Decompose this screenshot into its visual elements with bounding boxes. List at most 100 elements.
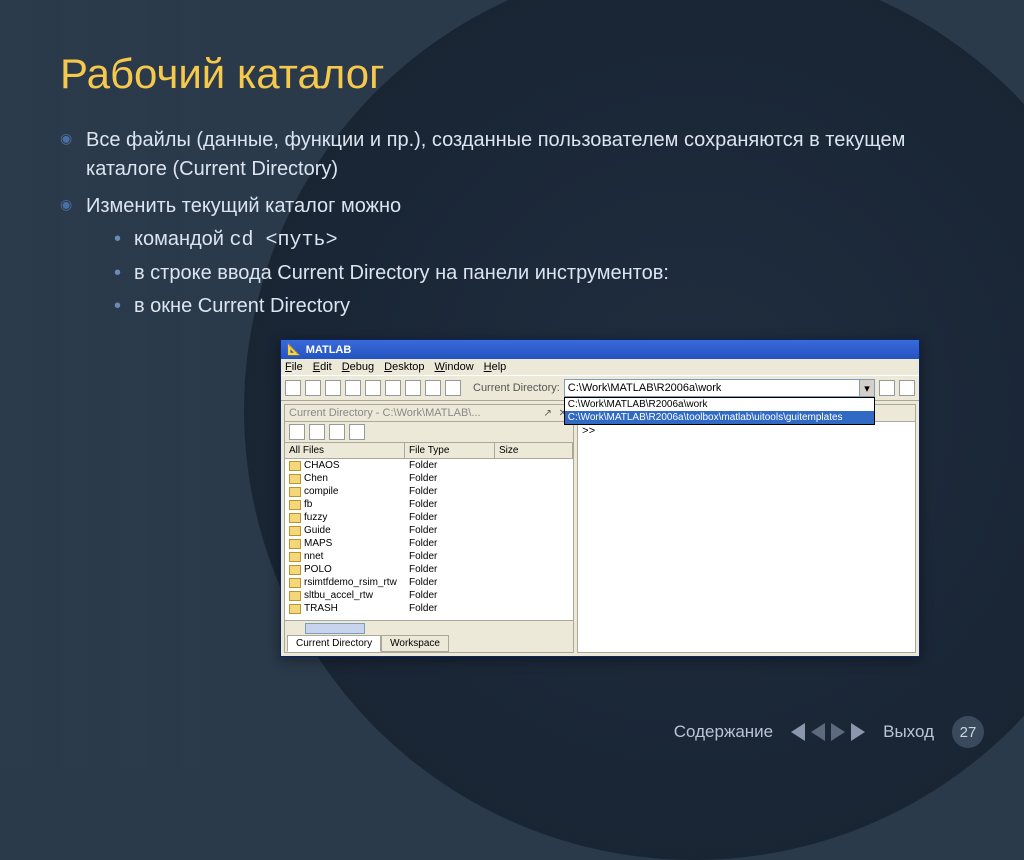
panel-new-icon[interactable] [309, 424, 325, 440]
file-size [495, 485, 573, 498]
current-directory-panel: Current Directory - C:\Work\MATLAB\... ↗… [284, 404, 574, 653]
file-name: fb [304, 499, 312, 510]
paste-icon[interactable] [365, 380, 381, 396]
matlab-title-text: MATLAB [306, 344, 352, 356]
undo-icon[interactable] [385, 380, 401, 396]
menu-window[interactable]: Window [435, 361, 474, 373]
chevron-down-icon[interactable]: ▾ [859, 380, 874, 396]
file-type: Folder [405, 472, 495, 485]
file-name: fuzzy [304, 512, 327, 523]
matlab-window: 📐 MATLAB File Edit Debug Desktop Window … [280, 339, 920, 657]
file-size [495, 472, 573, 485]
sub-bullet-3: в окне Current Directory [86, 292, 964, 321]
command-prompt[interactable]: >> [578, 422, 915, 652]
file-type: Folder [405, 485, 495, 498]
folder-icon [289, 461, 301, 471]
matlab-icon: 📐 [287, 343, 301, 356]
file-type: Folder [405, 563, 495, 576]
slide-title: Рабочий каталог [60, 50, 964, 98]
dropdown-item-2[interactable]: C:\Work\MATLAB\R2006a\toolbox\matlab\uit… [565, 411, 874, 424]
file-name: MAPS [304, 538, 332, 549]
file-name: TRASH [304, 603, 338, 614]
simulink-icon[interactable] [425, 380, 441, 396]
cut-icon[interactable] [325, 380, 341, 396]
folder-icon [289, 487, 301, 497]
help-icon[interactable] [445, 380, 461, 396]
file-row[interactable]: sltbu_accel_rtwFolder [285, 589, 573, 602]
copy-icon[interactable] [345, 380, 361, 396]
file-name: rsimtfdemo_rsim_rtw [304, 577, 397, 588]
file-row[interactable]: MAPS Folder [285, 537, 573, 550]
toolbar: Current Directory: C:\Work\MATLAB\R2006a… [281, 375, 919, 401]
folder-icon [289, 474, 301, 484]
col-name[interactable]: All Files [285, 443, 405, 458]
file-type: Folder [405, 524, 495, 537]
file-type: Folder [405, 511, 495, 524]
menu-debug[interactable]: Debug [342, 361, 374, 373]
file-row[interactable]: compile Folder [285, 485, 573, 498]
file-row[interactable]: POLO Folder [285, 563, 573, 576]
sub1-code: cd <путь> [230, 229, 338, 252]
file-type: Folder [405, 550, 495, 563]
file-name: compile [304, 486, 338, 497]
file-row[interactable]: CHAOS Folder [285, 459, 573, 472]
menu-edit[interactable]: Edit [313, 361, 332, 373]
file-size [495, 602, 573, 615]
h-scrollbar[interactable] [285, 620, 573, 635]
cd-value: C:\Work\MATLAB\R2006a\work [568, 382, 722, 394]
tab-workspace[interactable]: Workspace [381, 635, 449, 652]
file-type: Folder [405, 602, 495, 615]
file-type: Folder [405, 459, 495, 472]
folder-icon [289, 591, 301, 601]
file-row[interactable]: GuideFolder [285, 524, 573, 537]
file-row[interactable]: TRASH Folder [285, 602, 573, 615]
open-icon[interactable] [305, 380, 321, 396]
file-row[interactable]: fb Folder [285, 498, 573, 511]
file-size [495, 498, 573, 511]
col-type[interactable]: File Type [405, 443, 495, 458]
cd-label: Current Directory: [473, 382, 560, 394]
cd-dropdown: C:\Work\MATLAB\R2006a\work C:\Work\MATLA… [564, 397, 875, 425]
file-size [495, 511, 573, 524]
file-size [495, 550, 573, 563]
folder-icon [289, 552, 301, 562]
menu-desktop[interactable]: Desktop [384, 361, 424, 373]
matlab-titlebar[interactable]: 📐 MATLAB [281, 340, 919, 359]
browse-icon[interactable] [879, 380, 895, 396]
file-name: nnet [304, 551, 323, 562]
up-folder-icon[interactable] [899, 380, 915, 396]
bullet-2: Изменить текущий каталог можно командой … [60, 192, 964, 321]
menu-file[interactable]: File [285, 361, 303, 373]
bullet-1: Все файлы (данные, функции и пр.), созда… [60, 126, 964, 184]
folder-icon [289, 500, 301, 510]
left-panel-title: Current Directory - C:\Work\MATLAB\... [289, 407, 481, 419]
redo-icon[interactable] [405, 380, 421, 396]
file-size [495, 576, 573, 589]
panel-refresh-icon[interactable] [349, 424, 365, 440]
command-window-panel: Command >> [577, 404, 916, 653]
panel-up-icon[interactable] [289, 424, 305, 440]
cd-combo[interactable]: C:\Work\MATLAB\R2006a\work ▾ C:\Work\MAT… [564, 379, 875, 397]
col-size[interactable]: Size [495, 443, 573, 458]
folder-icon [289, 513, 301, 523]
file-name: POLO [304, 564, 332, 575]
file-size [495, 563, 573, 576]
file-row[interactable]: rsimtfdemo_rsim_rtw Folder [285, 576, 573, 589]
file-size [495, 589, 573, 602]
file-type: Folder [405, 498, 495, 511]
file-size [495, 537, 573, 550]
new-icon[interactable] [285, 380, 301, 396]
sub1-prefix: командой [134, 228, 230, 250]
dropdown-item-1[interactable]: C:\Work\MATLAB\R2006a\work [565, 398, 874, 411]
file-row[interactable]: nnet Folder [285, 550, 573, 563]
folder-icon [289, 539, 301, 549]
folder-icon [289, 565, 301, 575]
menu-help[interactable]: Help [484, 361, 507, 373]
file-row[interactable]: fuzzy Folder [285, 511, 573, 524]
file-name: CHAOS [304, 460, 340, 471]
tab-current-directory[interactable]: Current Directory [287, 635, 381, 652]
file-type: Folder [405, 576, 495, 589]
file-type: Folder [405, 537, 495, 550]
file-row[interactable]: ChenFolder [285, 472, 573, 485]
panel-find-icon[interactable] [329, 424, 345, 440]
